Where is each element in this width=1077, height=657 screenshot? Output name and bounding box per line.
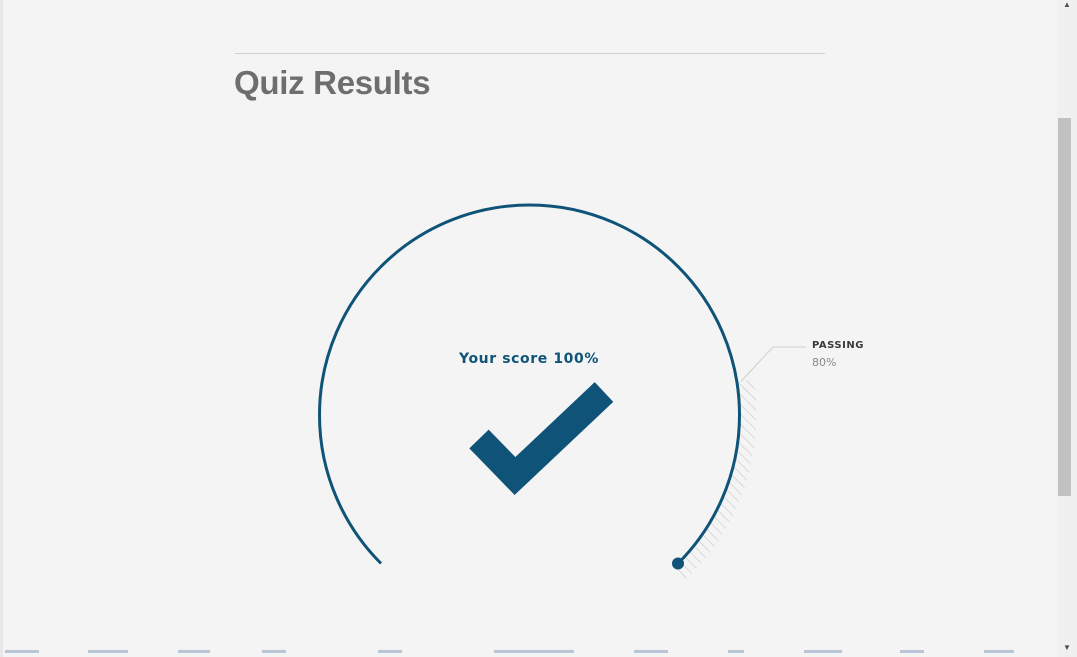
score-label: Your score 100%	[459, 351, 599, 367]
score-end-marker	[671, 557, 684, 570]
passing-zone-hatch	[672, 379, 757, 582]
checkmark-icon	[469, 382, 614, 495]
passing-leader-line	[740, 346, 806, 382]
passing-value: 80%	[812, 356, 837, 369]
bottom-link-strip	[0, 650, 1057, 657]
scrollbar-thumb[interactable]	[1058, 118, 1071, 496]
score-gauge	[318, 203, 806, 582]
scroll-down-icon[interactable]: ▼	[1062, 643, 1072, 653]
passing-label: PASSING	[812, 340, 864, 351]
score-arc	[318, 203, 741, 565]
quiz-results-page: Quiz Results Your score 100% PASSING 80%	[0, 0, 1077, 657]
scroll-up-icon[interactable]: ▲	[1062, 0, 1072, 10]
